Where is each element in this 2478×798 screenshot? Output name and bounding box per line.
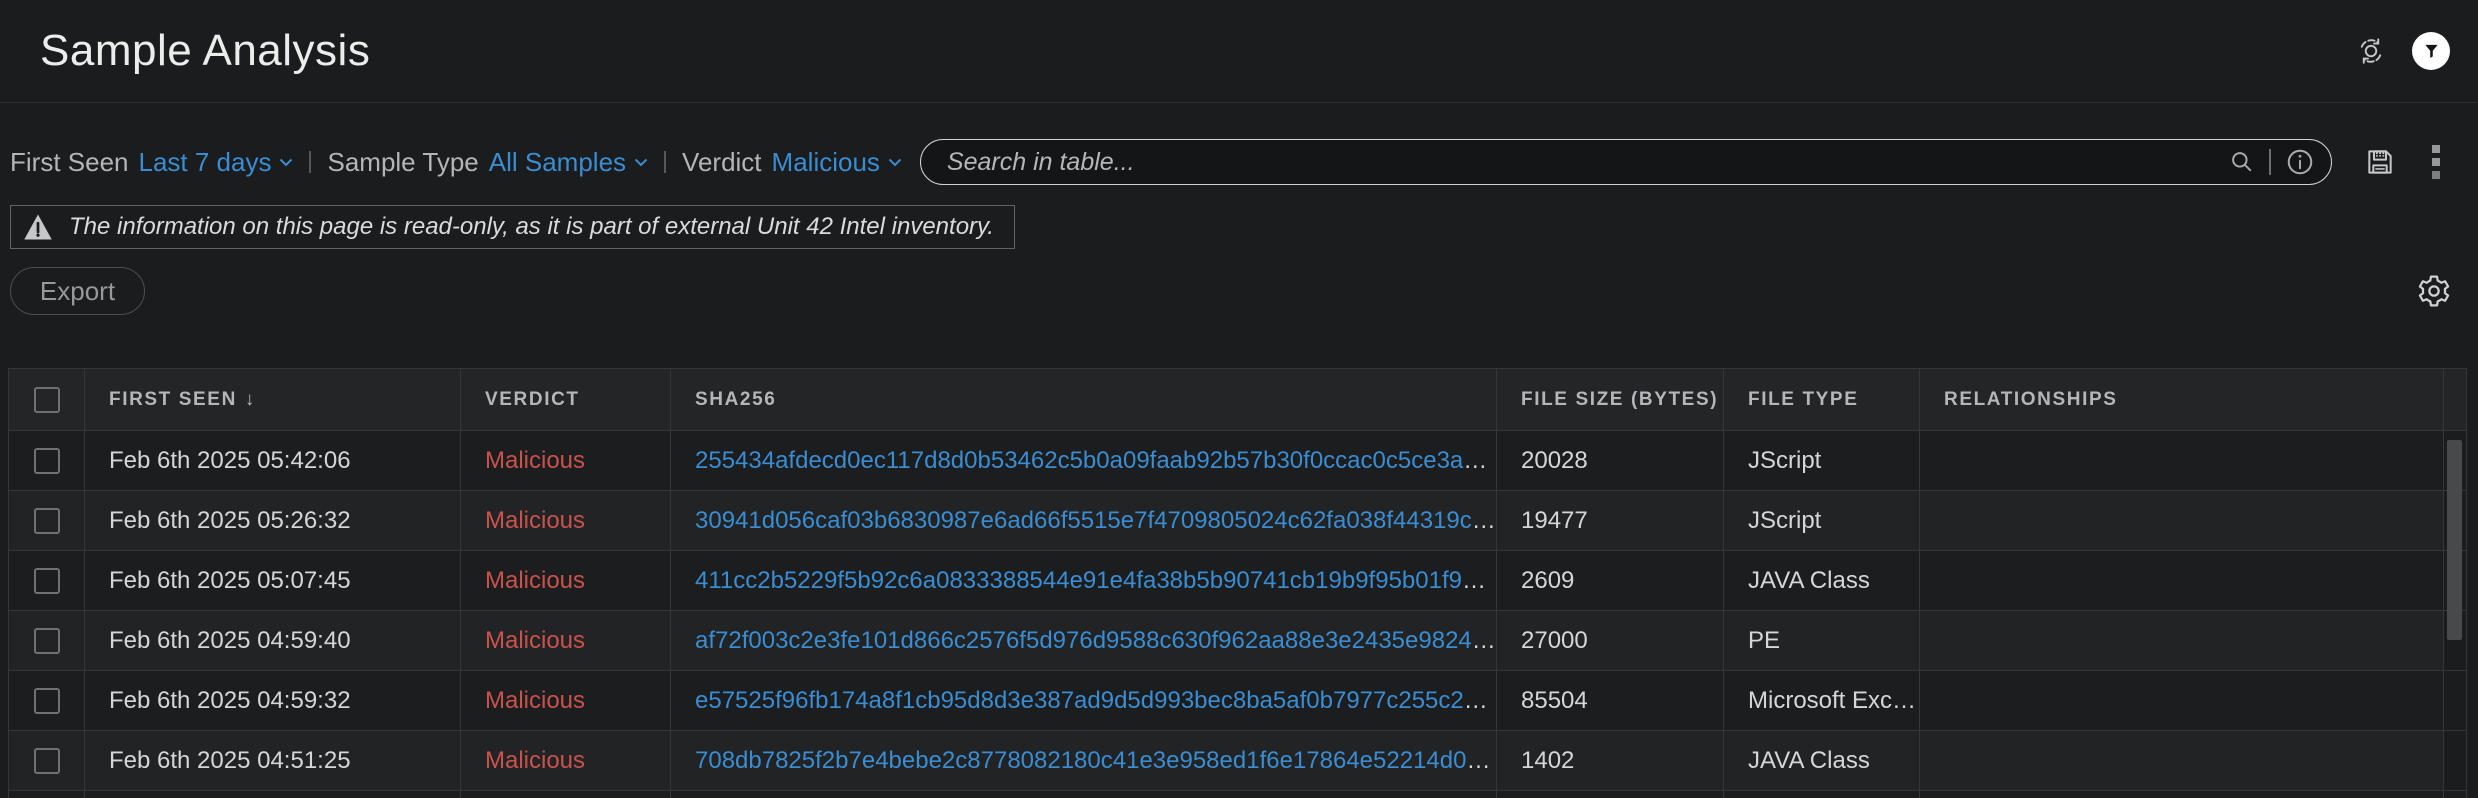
vertical-scrollbar-thumb[interactable] (2447, 440, 2462, 640)
table-row[interactable]: Feb 6th 2025 05:42:06 Malicious 255434af… (9, 431, 2467, 491)
filter-avatar-button[interactable] (2412, 32, 2450, 70)
table-row[interactable]: Feb 6th 2025 05:07:45 Malicious 411cc2b5… (9, 551, 2467, 611)
cell-file-size: 20028 (1497, 431, 1724, 491)
cell-verdict: Malicious (461, 491, 671, 551)
cell-file-type: JScript (1724, 431, 1920, 491)
search-input[interactable] (947, 148, 2229, 177)
sha256-link[interactable]: 708db7825f2b7e4bebe2c8778082180c41e3e958… (695, 747, 1497, 774)
cell-relationships (1920, 731, 2444, 791)
table-row[interactable]: Feb 6th 2025 04:59:32 Malicious e57525f9… (9, 671, 2467, 731)
filter-toolbar: First Seen Last 7 days Sample Type All S… (0, 137, 2478, 187)
verdict-dropdown[interactable]: Malicious (772, 147, 902, 178)
column-header-first-seen[interactable]: FIRST SEEN↓ (85, 369, 461, 431)
cell-verdict: Malicious (461, 731, 671, 791)
export-button[interactable]: Export (10, 267, 145, 315)
more-options-kebab-icon[interactable] (2432, 145, 2440, 179)
chevron-down-icon (279, 158, 293, 167)
refresh-icon[interactable] (2356, 36, 2386, 66)
filter-label: Verdict (682, 147, 762, 178)
column-header-verdict[interactable]: VERDICT (461, 369, 671, 431)
row-checkbox[interactable] (34, 748, 60, 774)
cell-file-size: 85504 (1497, 671, 1724, 731)
cell-first-seen: Feb 6th 2025 04:59:40 (85, 611, 461, 671)
chevron-down-icon (888, 158, 902, 167)
cell-first-seen: Feb 6th 2025 04:59:32 (85, 671, 461, 731)
cell-relationships (1920, 671, 2444, 731)
column-header-file-type[interactable]: FILE TYPE (1724, 369, 1920, 431)
sample-type-dropdown[interactable]: All Samples (489, 147, 648, 178)
cell-file-size: 2609 (1497, 551, 1724, 611)
cell-file-size: 1402 (1497, 731, 1724, 791)
row-checkbox[interactable] (34, 628, 60, 654)
sha256-link[interactable]: e57525f96fb174a8f1cb95d8d3e387ad9d5d993b… (695, 687, 1497, 714)
funnel-icon (2423, 43, 2440, 60)
sample-analysis-page: Sample Analysis First Seen (0, 0, 2478, 798)
filter-sample-type: Sample Type All Samples (327, 147, 648, 178)
sha256-link[interactable]: 30941d056caf03b6830987e6ad66f5515e7f4709… (695, 507, 1497, 534)
cell-first-seen: Feb 6th 2025 04:51:25 (85, 731, 461, 791)
cell-relationships (1920, 431, 2444, 491)
cell-file-type: JScript (1724, 491, 1920, 551)
search-bar (920, 139, 2332, 185)
table-settings-gear-icon[interactable] (2416, 273, 2452, 309)
first-seen-dropdown[interactable]: Last 7 days (139, 147, 294, 178)
table-row[interactable]: Feb 6th 2025 05:26:32 Malicious 30941d05… (9, 491, 2467, 551)
cell-file-size: 27000 (1497, 611, 1724, 671)
actions-row: Export (0, 267, 2478, 315)
column-header-file-size[interactable]: FILE SIZE (BYTES) (1497, 369, 1724, 431)
scrollbar-track (2444, 369, 2467, 431)
scrollbar-track (2444, 671, 2467, 731)
cell-first-seen: Feb 6th 2025 05:07:45 (85, 551, 461, 611)
cell-verdict: Malicious (461, 431, 671, 491)
row-checkbox[interactable] (34, 568, 60, 594)
cell-verdict: Malicious (461, 671, 671, 731)
cell-verdict: Malicious (461, 551, 671, 611)
scrollbar-track (2444, 731, 2467, 791)
cell-file-type: PE (1724, 611, 1920, 671)
cell-file-type: Microsoft Excel 9… (1724, 671, 1920, 731)
top-bar: Sample Analysis (0, 0, 2478, 103)
cell-file-type: JAVA Class (1724, 731, 1920, 791)
filter-first-seen: First Seen Last 7 days (10, 147, 293, 178)
cell-file-type: JAVA Class (1724, 551, 1920, 611)
sort-desc-icon: ↓ (245, 389, 256, 410)
cell-first-seen: Feb 6th 2025 05:42:06 (85, 431, 461, 491)
filter-verdict: Verdict Malicious (682, 147, 902, 178)
select-all-checkbox[interactable] (34, 387, 60, 413)
cell-verdict: Malicious (461, 611, 671, 671)
cell-relationships (1920, 551, 2444, 611)
read-only-notice: The information on this page is read-onl… (10, 205, 1015, 249)
divider (309, 151, 311, 173)
chevron-down-icon (634, 158, 648, 167)
row-checkbox[interactable] (34, 508, 60, 534)
info-icon[interactable] (2285, 147, 2315, 177)
cell-first-seen: Feb 6th 2025 05:26:32 (85, 491, 461, 551)
page-title: Sample Analysis (40, 26, 370, 76)
table-header-row: FIRST SEEN↓ VERDICT SHA256 FILE SIZE (BY… (9, 369, 2467, 431)
table-row[interactable]: Feb 6th 2025 04:59:40 Malicious af72f003… (9, 611, 2467, 671)
table-row-partial (9, 791, 2467, 798)
samples-table: FIRST SEEN↓ VERDICT SHA256 FILE SIZE (BY… (8, 368, 2478, 798)
column-header-sha256[interactable]: SHA256 (671, 369, 1497, 431)
cell-file-size: 19477 (1497, 491, 1724, 551)
divider (664, 151, 666, 173)
sha256-link[interactable]: af72f003c2e3fe101d866c2576f5d976d9588c63… (695, 627, 1497, 654)
table-row[interactable]: Feb 6th 2025 04:51:25 Malicious 708db782… (9, 731, 2467, 791)
warning-icon (23, 213, 53, 241)
sha256-link[interactable]: 255434afdecd0ec117d8d0b53462c5b0a09faab9… (695, 447, 1497, 474)
cell-relationships (1920, 491, 2444, 551)
filter-label: Sample Type (327, 147, 478, 178)
divider (2269, 149, 2271, 175)
sha256-link[interactable]: 411cc2b5229f5b92c6a0833388544e91e4fa38b5… (695, 567, 1497, 594)
notice-text: The information on this page is read-onl… (69, 213, 994, 241)
filter-label: First Seen (10, 147, 129, 178)
row-checkbox[interactable] (34, 448, 60, 474)
row-checkbox[interactable] (34, 688, 60, 714)
column-header-relationships[interactable]: RELATIONSHIPS (1920, 369, 2444, 431)
search-icon[interactable] (2229, 149, 2255, 175)
save-view-icon[interactable] (2364, 146, 2396, 178)
cell-relationships (1920, 611, 2444, 671)
